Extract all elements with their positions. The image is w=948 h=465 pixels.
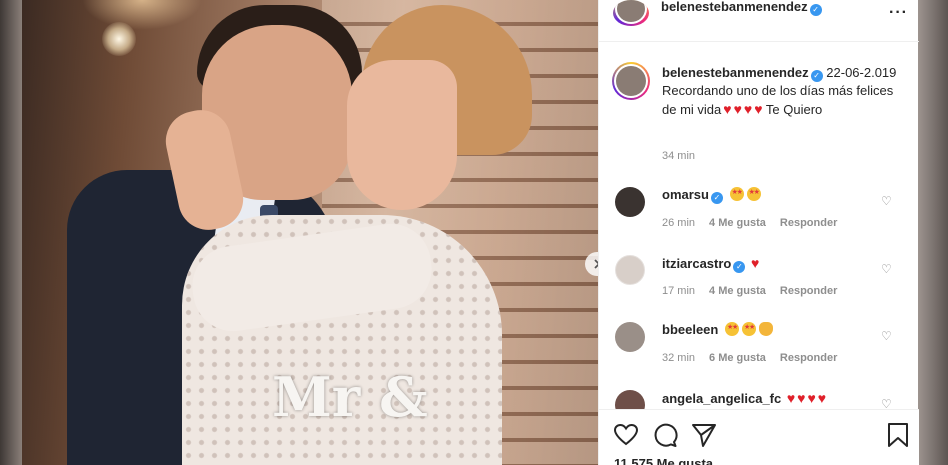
caption-author-avatar[interactable] [612, 62, 650, 100]
commenter-avatar[interactable] [615, 322, 645, 352]
comment-meta: 32 min 6 Me gusta Responder [662, 352, 851, 364]
verified-badge-icon: ✓ [710, 192, 723, 204]
comment-meta: 17 min 4 Me gusta Responder [662, 285, 851, 297]
like-comment-icon[interactable]: ♡ [881, 194, 892, 208]
star-struck-icon [724, 322, 739, 336]
comment-text: itziarcastro ✓ ♥ [662, 255, 759, 273]
red-heart-icon: ♥ [754, 101, 763, 117]
comment-text: bbeeleen [662, 322, 773, 337]
commenter-avatar[interactable] [615, 390, 645, 410]
comment-text: angela_angelica_fc ♥ ♥ ♥ ♥ [662, 390, 826, 406]
light-bulb [102, 22, 136, 56]
comment-item: angela_angelica_fc ♥ ♥ ♥ ♥ ♡ [599, 390, 919, 410]
cake-topper: Mr & [272, 365, 428, 429]
comment-likes[interactable]: 6 Me gusta [709, 352, 766, 364]
commenter-avatar[interactable] [615, 187, 645, 217]
comment-bubble-icon[interactable] [652, 422, 678, 448]
commenter-avatar[interactable] [615, 255, 645, 285]
star-struck-icon [746, 187, 761, 201]
red-heart-icon: ♥ [786, 390, 796, 406]
red-heart-icon: ♥ [743, 101, 753, 117]
red-heart-icon: ♥ [733, 101, 742, 117]
comment-time: 26 min [662, 217, 696, 229]
star-struck-icon [729, 187, 744, 201]
likes-count[interactable]: 11.575 Me gusta [614, 456, 713, 465]
like-comment-icon[interactable]: ♡ [881, 329, 892, 343]
verified-badge-icon: ✓ [733, 261, 746, 273]
red-heart-icon: ♥ [751, 255, 760, 271]
light-glow [82, 0, 202, 30]
caption-timestamp: 34 min [662, 150, 696, 162]
commenter-username[interactable]: bbeeleen [662, 322, 718, 337]
red-heart-icon: ♥ [797, 390, 806, 406]
post-header: belenestebanmenendez ✓ ··· [599, 0, 919, 42]
like-heart-icon[interactable] [613, 422, 639, 448]
comment-likes[interactable]: 4 Me gusta [709, 217, 766, 229]
more-options-icon[interactable]: ··· [889, 4, 908, 22]
post-caption: belenestebanmenendez ✓ 22-06-2.019 Record… [662, 64, 902, 119]
share-paper-plane-icon[interactable] [691, 422, 717, 448]
save-bookmark-icon[interactable] [885, 422, 911, 448]
post-side-panel: belenestebanmenendez ✓ ··· belenestebanme… [598, 0, 919, 465]
commenter-username[interactable]: angela_angelica_fc [662, 391, 781, 406]
comment-text: omarsu ✓ [662, 187, 761, 204]
background-left [0, 0, 22, 465]
comment-meta: 26 min 4 Me gusta Responder [662, 217, 851, 229]
clapping-hands-icon [758, 322, 773, 336]
commenter-username[interactable]: itziarcastro [662, 256, 731, 271]
bride-face [347, 60, 457, 210]
comment-item: itziarcastro ✓ ♥ 17 min 4 Me gusta Responde… [599, 255, 919, 321]
background-right [918, 0, 948, 465]
red-heart-icon: ♥ [807, 390, 816, 406]
star-struck-icon [741, 322, 756, 336]
commenter-username[interactable]: omarsu [662, 187, 709, 202]
comment-time: 17 min [662, 285, 696, 297]
post-actions-bar: 11.575 Me gusta [599, 409, 919, 465]
caption-suffix: Te Quiero [765, 102, 823, 117]
red-heart-icon: ♥ [817, 390, 827, 406]
like-comment-icon[interactable]: ♡ [881, 262, 892, 276]
author-username[interactable]: belenestebanmenendez [661, 0, 808, 14]
reply-button[interactable]: Responder [780, 352, 837, 364]
reply-button[interactable]: Responder [780, 217, 837, 229]
comment-item: bbeeleen 32 min 6 Me gusta Responder ♡ [599, 322, 919, 388]
verified-badge-icon: ✓ [810, 70, 823, 82]
caption-username[interactable]: belenestebanmenendez [662, 65, 809, 80]
verified-badge-icon: ✓ [809, 4, 822, 16]
comment-time: 32 min [662, 352, 696, 364]
post-photo[interactable]: Mr & [22, 0, 598, 465]
comment-likes[interactable]: 4 Me gusta [709, 285, 766, 297]
reply-button[interactable]: Responder [780, 285, 837, 297]
red-heart-icon: ♥ [723, 101, 732, 117]
author-avatar[interactable] [613, 0, 649, 26]
comment-item: omarsu✓ 26 min 4 Me gusta Responder ♡ [599, 187, 919, 253]
